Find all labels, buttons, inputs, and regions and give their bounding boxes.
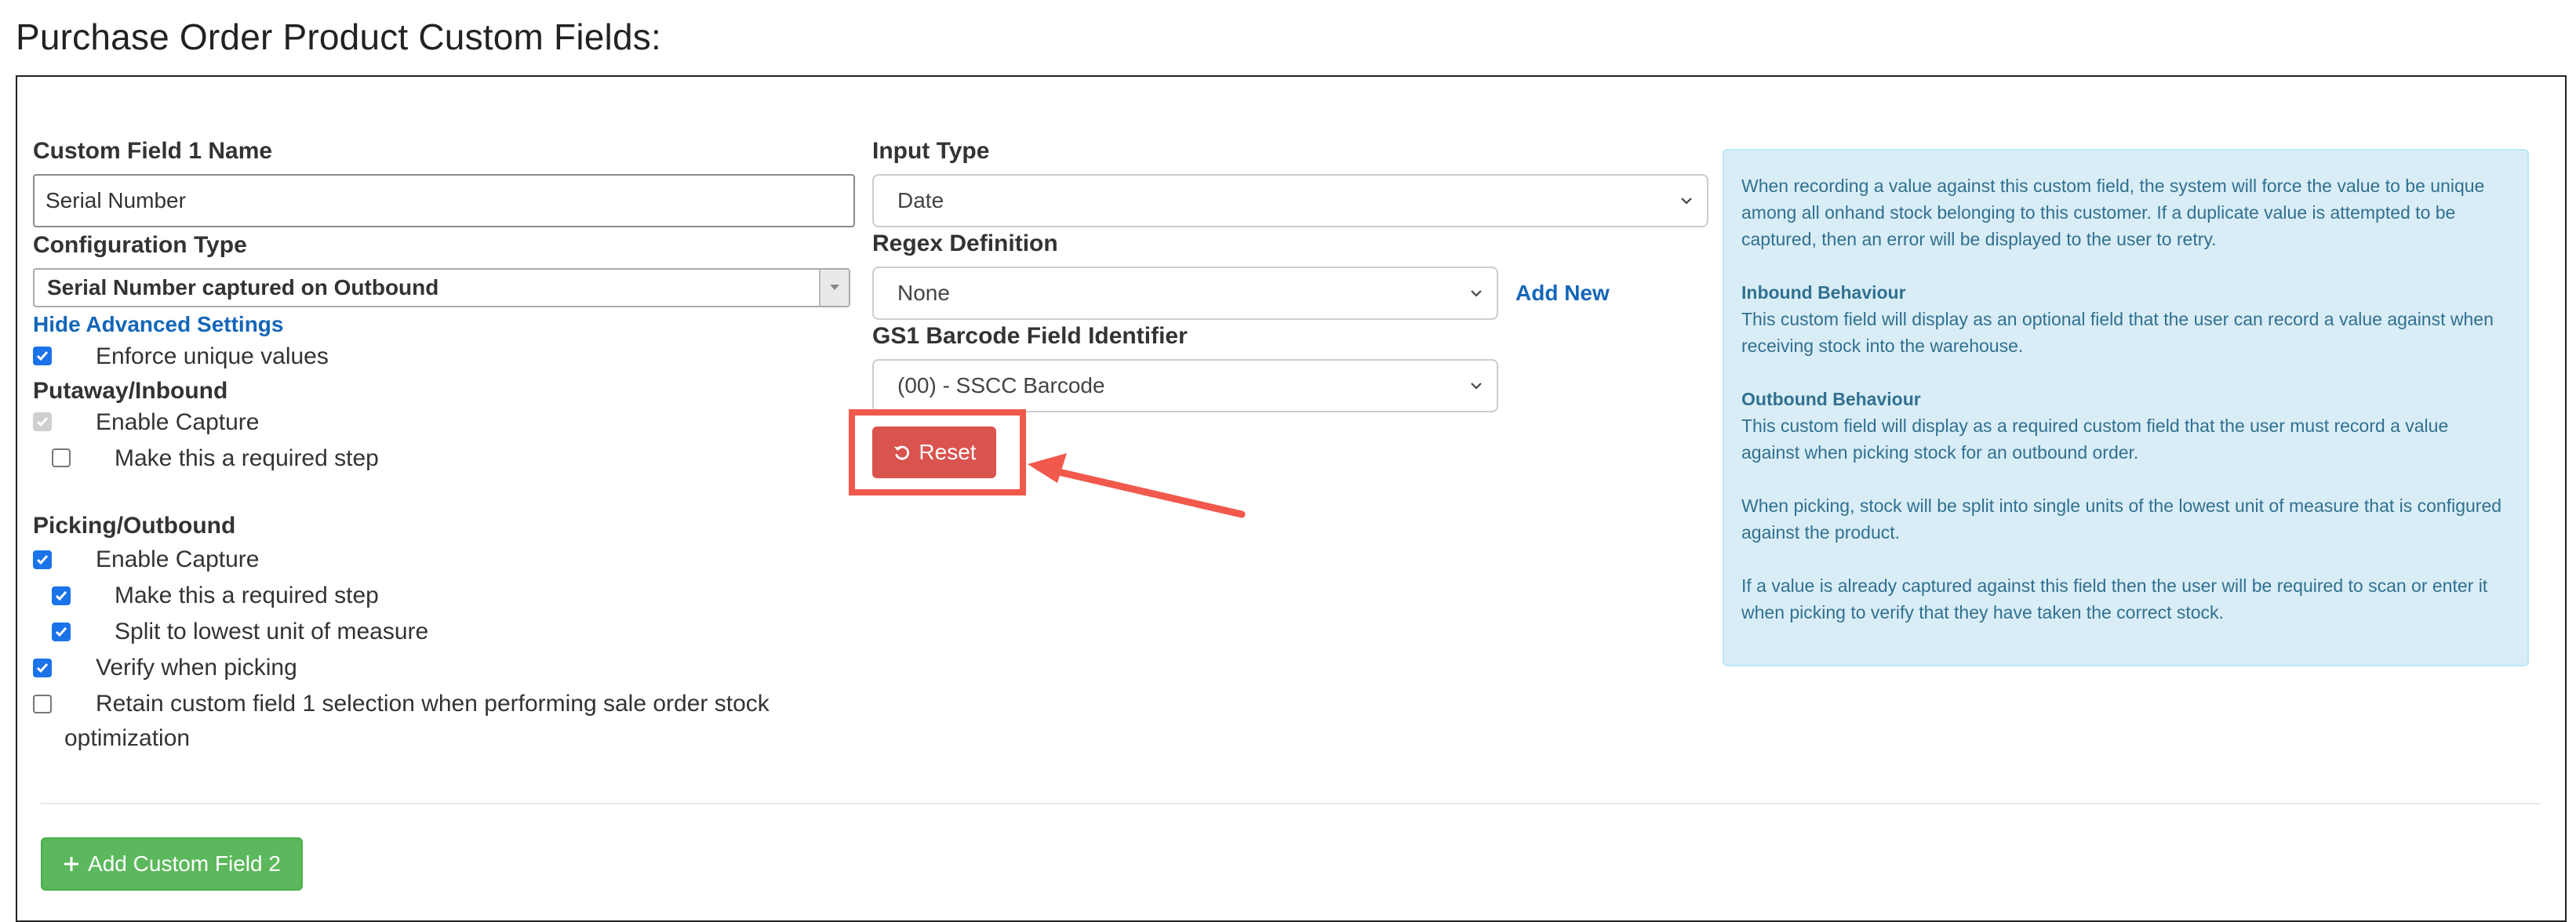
add-custom-field-button[interactable]: Add Custom Field 2 — [41, 837, 303, 891]
input-type-label: Input Type — [872, 138, 990, 164]
reset-button[interactable]: Reset — [872, 427, 996, 478]
putaway-enable-capture-label: Enable Capture — [96, 409, 260, 435]
add-custom-field-label: Add Custom Field 2 — [88, 851, 281, 876]
configuration-type-value: Serial Number captured on Outbound — [47, 275, 439, 299]
split-lowest-uom-checkbox[interactable] — [52, 623, 71, 641]
configuration-type-select[interactable]: Serial Number captured on Outbound — [33, 268, 850, 307]
chevron-down-icon — [1471, 290, 1482, 297]
retain-selection-label-line2: optimization — [64, 725, 191, 751]
plus-icon — [64, 857, 79, 871]
enforce-unique-checkbox[interactable] — [33, 347, 52, 365]
outbound-behaviour-heading: Outbound Behaviour — [1741, 389, 1921, 409]
configuration-type-label: Configuration Type — [33, 232, 247, 258]
add-new-regex-link[interactable]: Add New — [1515, 281, 1610, 306]
retain-selection-label-line1: Retain custom field 1 selection when per… — [96, 691, 770, 717]
verify-picking-label: Verify when picking — [96, 655, 297, 681]
gs1-barcode-value: (00) - SSCC Barcode — [897, 373, 1105, 397]
regex-definition-select[interactable]: None — [872, 267, 1498, 320]
hide-advanced-settings-link[interactable]: Hide Advanced Settings — [33, 312, 283, 337]
custom-field-name-label: Custom Field 1 Name — [33, 138, 273, 164]
page-title: Purchase Order Product Custom Fields: — [16, 16, 661, 57]
putaway-required-step-label: Make this a required step — [115, 445, 379, 471]
behaviour-info-box: When recording a value against this cust… — [1723, 149, 2529, 666]
putaway-required-step-checkbox[interactable] — [52, 448, 71, 467]
enforce-unique-label: Enforce unique values — [96, 343, 329, 369]
inbound-behaviour-text: This custom field will display as an opt… — [1741, 309, 2494, 356]
annotation-arrow — [1028, 453, 1246, 518]
input-type-select[interactable]: Date — [872, 174, 1708, 227]
dropdown-arrow-icon — [819, 270, 849, 306]
checkmark-icon — [36, 351, 49, 361]
split-lowest-uom-label: Split to lowest unit of measure — [115, 619, 429, 644]
checkmark-icon — [55, 627, 67, 637]
putaway-enable-capture-checkbox — [33, 412, 52, 431]
chevron-down-icon — [1471, 383, 1482, 390]
info-intro: When recording a value against this cust… — [1741, 176, 2485, 249]
picking-enable-capture-checkbox[interactable] — [33, 550, 52, 569]
inbound-behaviour-heading: Inbound Behaviour — [1741, 282, 1906, 303]
outbound-behaviour-text: This custom field will display as a requ… — [1741, 416, 2449, 463]
custom-field-name-input[interactable] — [33, 174, 855, 227]
regex-definition-label: Regex Definition — [872, 230, 1058, 256]
retain-selection-checkbox[interactable] — [33, 695, 52, 713]
gs1-barcode-label: GS1 Barcode Field Identifier — [872, 323, 1188, 349]
checkmark-icon — [36, 417, 49, 427]
section-divider — [41, 803, 2540, 804]
putaway-inbound-heading: Putaway/Inbound — [33, 378, 228, 404]
picking-required-step-checkbox[interactable] — [52, 586, 71, 605]
checkmark-icon — [36, 663, 49, 673]
checkmark-icon — [36, 555, 49, 565]
checkmark-icon — [55, 591, 67, 601]
picking-required-step-label: Make this a required step — [115, 583, 379, 608]
regex-definition-value: None — [897, 281, 950, 305]
gs1-barcode-select[interactable]: (00) - SSCC Barcode — [872, 359, 1498, 412]
reset-button-label: Reset — [919, 440, 977, 464]
undo-icon — [894, 445, 910, 460]
picking-split-note: When picking, stock will be split into s… — [1741, 495, 2502, 543]
input-type-value: Date — [897, 188, 944, 212]
picking-enable-capture-label: Enable Capture — [96, 546, 260, 572]
verify-note: If a value is already captured against t… — [1741, 575, 2488, 623]
picking-outbound-heading: Picking/Outbound — [33, 513, 236, 539]
chevron-down-icon — [1681, 198, 1692, 205]
verify-picking-checkbox[interactable] — [33, 659, 52, 677]
